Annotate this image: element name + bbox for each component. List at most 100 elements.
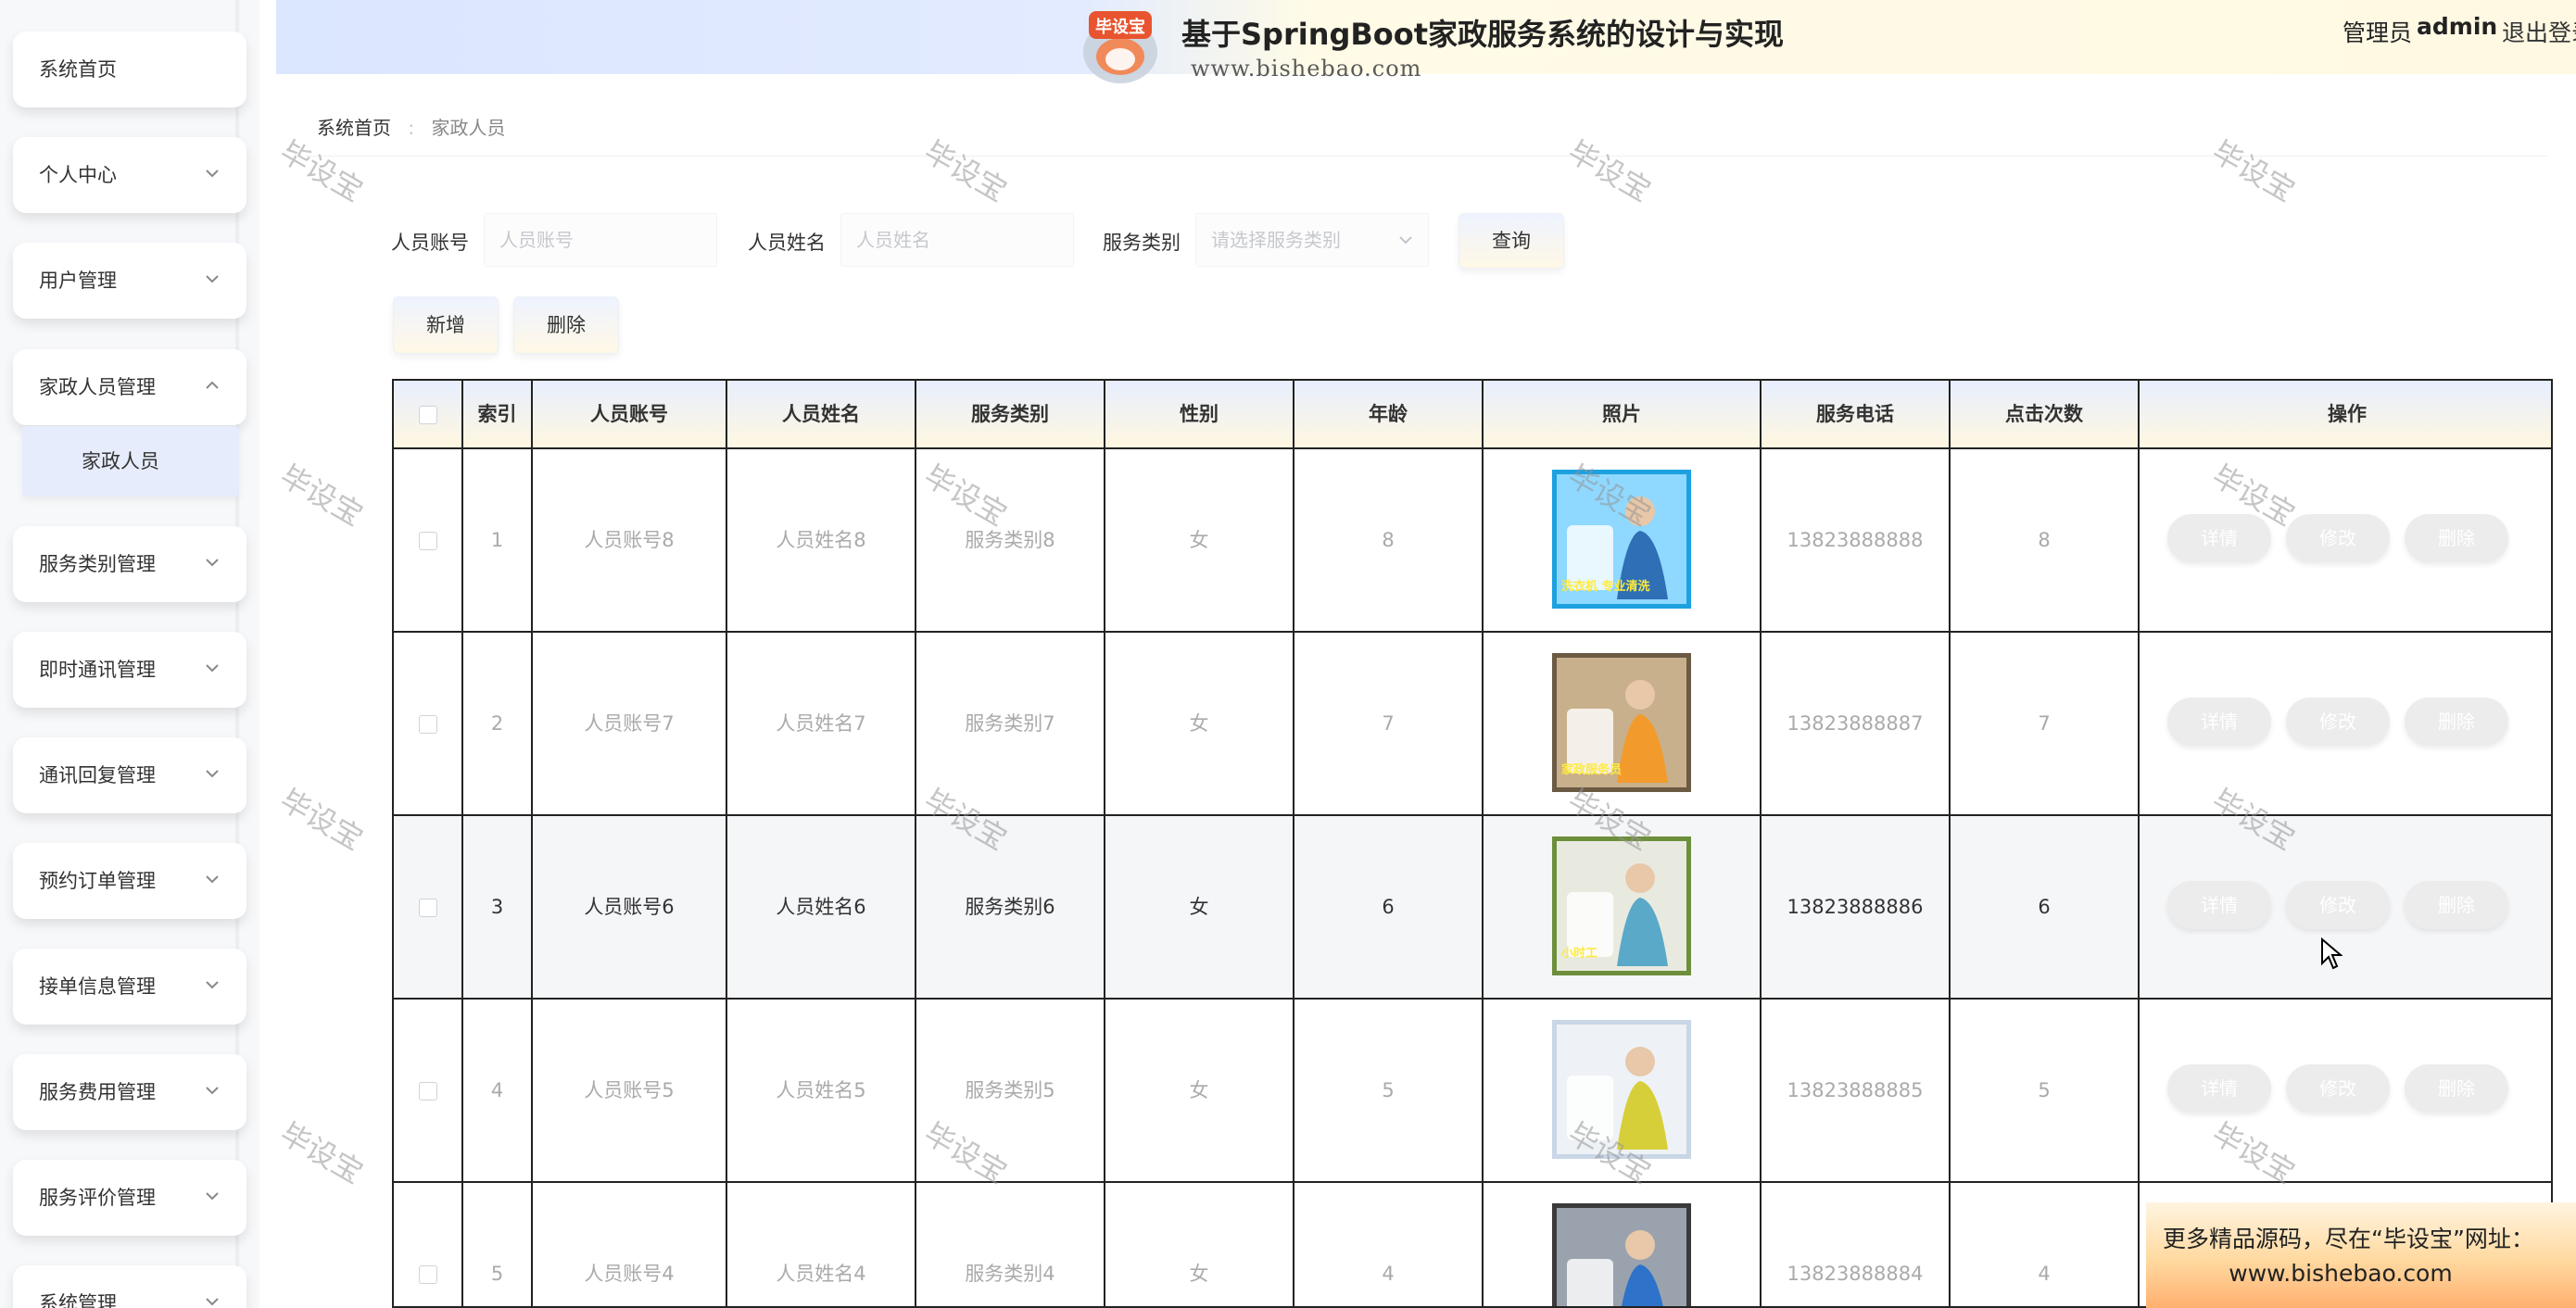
sidebar-item-11[interactable]: 服务评价管理 bbox=[13, 1160, 246, 1236]
sidebar-item-label: 个人中心 bbox=[39, 164, 117, 186]
staff-photo[interactable]: 小时工 bbox=[1552, 836, 1691, 975]
staff-photo[interactable]: 家政服务员 bbox=[1552, 653, 1691, 792]
detail-action-button[interactable]: 详情 bbox=[2167, 698, 2271, 746]
add-button[interactable]: 新增 bbox=[393, 296, 499, 354]
cell-age: 7 bbox=[1294, 633, 1484, 814]
column-header: 照片 bbox=[1484, 381, 1762, 447]
select-all-checkbox[interactable] bbox=[418, 406, 437, 424]
sidebar-item-4[interactable]: 家政人员管理 bbox=[13, 349, 246, 425]
delete-action-button[interactable]: 删除 bbox=[2405, 698, 2508, 746]
cell-category: 服务类别4 bbox=[916, 1183, 1105, 1306]
edit-action-button[interactable]: 修改 bbox=[2286, 881, 2390, 929]
watermark-text: 毕设宝 bbox=[273, 1115, 370, 1191]
sidebar-subitem-label: 家政人员 bbox=[82, 450, 159, 472]
category-select[interactable]: 请选择服务类别 bbox=[1195, 213, 1429, 267]
row-select-cell[interactable] bbox=[394, 633, 463, 814]
delete-action-button[interactable]: 删除 bbox=[2405, 1064, 2508, 1113]
account-search-input[interactable]: 人员账号 bbox=[484, 213, 717, 267]
chevron-down-icon bbox=[206, 170, 219, 178]
promo-url[interactable]: www.bishebao.com bbox=[2146, 1260, 2535, 1287]
column-header: 人员姓名 bbox=[727, 381, 916, 447]
photo-cell bbox=[1484, 1183, 1762, 1306]
cell-name: 人员姓名6 bbox=[727, 816, 916, 998]
actions-cell: 详情修改删除 bbox=[2140, 449, 2551, 631]
row-select-cell[interactable] bbox=[394, 449, 463, 631]
cell-index: 2 bbox=[463, 633, 533, 814]
sidebar: 系统首页个人中心用户管理家政人员管理 服务类别管理 即时通讯管理通讯回复管理 预约订单… bbox=[0, 0, 259, 1308]
row-checkbox[interactable] bbox=[418, 532, 437, 550]
admin-username: admin bbox=[2417, 13, 2498, 40]
chevron-down-icon bbox=[206, 664, 219, 673]
cell-name: 人员姓名8 bbox=[727, 449, 916, 631]
chevron-down-icon bbox=[206, 1087, 219, 1095]
category-filter-label: 服务类别 bbox=[1103, 232, 1181, 254]
sidebar-item-label: 家政人员管理 bbox=[39, 376, 156, 398]
cell-account: 人员账号6 bbox=[533, 816, 727, 998]
cell-age: 6 bbox=[1294, 816, 1484, 998]
row-checkbox[interactable] bbox=[418, 715, 437, 734]
header-select-all-cell[interactable] bbox=[394, 381, 463, 447]
sidebar-item-12[interactable]: 系统管理 bbox=[13, 1265, 246, 1308]
cell-clicks: 6 bbox=[1951, 816, 2140, 998]
edit-action-button[interactable]: 修改 bbox=[2286, 698, 2390, 746]
logo: 毕设宝 bbox=[1080, 6, 1161, 87]
column-header: 性别 bbox=[1105, 381, 1294, 447]
page-title: 基于SpringBoot家政服务系统的设计与实现 bbox=[1181, 17, 1785, 52]
row-select-cell[interactable] bbox=[394, 816, 463, 998]
row-checkbox[interactable] bbox=[418, 1265, 437, 1284]
staff-table: 索引 人员账号 人员姓名 服务类别 性别 年龄 照片 服务电话 点击次数 操作 1 人员账号8 人员姓… bbox=[392, 379, 2553, 1308]
chevron-down-icon bbox=[206, 770, 219, 778]
sidebar-item-label: 即时通讯管理 bbox=[39, 659, 156, 681]
sidebar-item-3[interactable]: 用户管理 bbox=[13, 243, 246, 319]
delete-action-button[interactable]: 删除 bbox=[2405, 881, 2508, 929]
sidebar-item-label: 服务类别管理 bbox=[39, 553, 156, 575]
cell-gender: 女 bbox=[1105, 449, 1294, 631]
sidebar-item-2[interactable]: 个人中心 bbox=[13, 137, 246, 213]
cell-index: 3 bbox=[463, 816, 533, 998]
sidebar-item-label: 用户管理 bbox=[39, 270, 117, 292]
column-header: 点击次数 bbox=[1951, 381, 2140, 447]
query-button[interactable]: 查询 bbox=[1458, 213, 1564, 269]
column-header: 服务电话 bbox=[1762, 381, 1951, 447]
name-search-input[interactable]: 人员姓名 bbox=[840, 213, 1074, 267]
sidebar-item-9[interactable]: 接单信息管理 bbox=[13, 949, 246, 1025]
detail-action-button[interactable]: 详情 bbox=[2167, 514, 2271, 562]
row-select-cell[interactable] bbox=[394, 1000, 463, 1181]
row-select-cell[interactable] bbox=[394, 1183, 463, 1306]
table-header: 索引 人员账号 人员姓名 服务类别 性别 年龄 照片 服务电话 点击次数 操作 bbox=[394, 381, 2551, 449]
breadcrumb-home[interactable]: 系统首页 bbox=[317, 117, 391, 139]
breadcrumb-separator: : bbox=[408, 117, 415, 139]
logo-text: 毕设宝 bbox=[1095, 17, 1145, 37]
sidebar-subitem-staff[interactable]: 家政人员 bbox=[22, 426, 239, 497]
edit-action-button[interactable]: 修改 bbox=[2286, 1064, 2390, 1113]
batch-delete-button[interactable]: 删除 bbox=[513, 296, 619, 354]
sidebar-item-8[interactable]: 预约订单管理 bbox=[13, 843, 246, 919]
sidebar-item-6[interactable]: 即时通讯管理 bbox=[13, 632, 246, 708]
mouse-cursor-icon bbox=[2321, 937, 2342, 970]
delete-action-button[interactable]: 删除 bbox=[2405, 514, 2508, 562]
row-checkbox[interactable] bbox=[418, 1082, 437, 1100]
cell-clicks: 4 bbox=[1951, 1183, 2140, 1306]
table-row[interactable]: 3 人员账号6 人员姓名6 服务类别6 女 6 小时工 13823888886 6 详情 修改 删除 bbox=[394, 816, 2551, 1000]
column-header: 年龄 bbox=[1294, 381, 1484, 447]
sidebar-item-1[interactable]: 系统首页 bbox=[13, 31, 246, 107]
cell-name: 人员姓名4 bbox=[727, 1183, 916, 1306]
staff-photo[interactable] bbox=[1552, 1203, 1691, 1306]
detail-action-button[interactable]: 详情 bbox=[2167, 1064, 2271, 1113]
cell-gender: 女 bbox=[1105, 1183, 1294, 1306]
category-select-placeholder: 请选择服务类别 bbox=[1211, 229, 1341, 251]
cell-age: 4 bbox=[1294, 1183, 1484, 1306]
sidebar-item-7[interactable]: 通讯回复管理 bbox=[13, 737, 246, 813]
cell-clicks: 7 bbox=[1951, 633, 2140, 814]
row-checkbox[interactable] bbox=[418, 899, 437, 917]
edit-action-button[interactable]: 修改 bbox=[2286, 514, 2390, 562]
sidebar-item-5[interactable]: 服务类别管理 bbox=[13, 526, 246, 602]
detail-action-button[interactable]: 详情 bbox=[2167, 881, 2271, 929]
cell-name: 人员姓名5 bbox=[727, 1000, 916, 1181]
watermark-text: 毕设宝 bbox=[1561, 133, 1658, 209]
promo-text: 更多精品源码，尽在“毕设宝”网址： bbox=[2163, 1226, 2534, 1252]
logout-link[interactable]: 退出登录 bbox=[2502, 15, 2576, 48]
name-search-placeholder: 人员姓名 bbox=[856, 229, 930, 251]
photo-caption: 家政服务员 bbox=[1561, 762, 1622, 777]
sidebar-item-10[interactable]: 服务费用管理 bbox=[13, 1054, 246, 1130]
